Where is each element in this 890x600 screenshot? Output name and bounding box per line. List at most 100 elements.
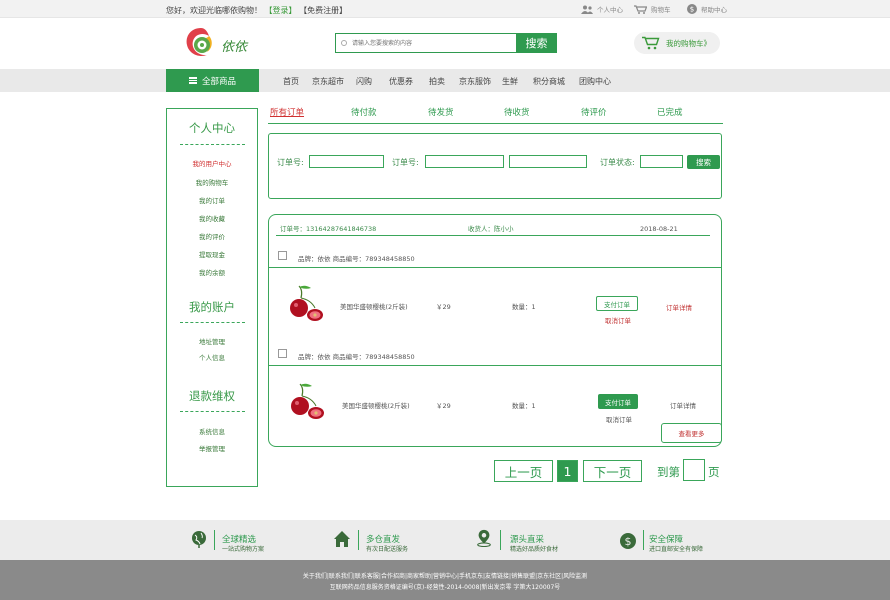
divider (180, 411, 245, 412)
tab-pending-payment[interactable]: 待付款 (351, 106, 377, 118)
feature-subtitle: 精选好品质好食材 (510, 546, 559, 553)
product-quantity: 数量：1 (512, 303, 536, 311)
product-price: ￥29 (436, 303, 451, 311)
filter-search-button[interactable]: 搜索 (687, 155, 720, 169)
divider (214, 530, 215, 550)
cart-icon (634, 4, 647, 14)
tab-pending-shipment[interactable]: 待发货 (428, 106, 454, 118)
globe-pin-icon (192, 531, 206, 548)
sidebar-title-refunds: 退款维权 (189, 389, 235, 403)
nav-bar (0, 69, 890, 92)
order-detail-link[interactable]: 订单详情 (666, 302, 692, 312)
pay-order-button[interactable]: 支付订单 (598, 394, 638, 409)
sidebar-item-withdraw[interactable]: 提取现金 (166, 249, 258, 259)
dollar-icon: $ (687, 4, 697, 14)
sidebar-item-system-info[interactable]: 系统信息 (166, 426, 258, 436)
cancel-order-link[interactable]: 取消订单 (606, 414, 632, 424)
pay-order-button[interactable]: 支付订单 (596, 296, 638, 311)
page-unit-label: 页 (708, 465, 720, 479)
sidebar-item-user-center[interactable]: 我的用户中心 (166, 158, 258, 168)
nav-item-group-buy[interactable]: 团购中心 (579, 76, 611, 87)
view-more-button[interactable]: 查看更多 (661, 423, 722, 443)
toplink-cart[interactable]: 购物车 (634, 3, 671, 15)
divider (269, 267, 721, 268)
nav-item-fresh[interactable]: 生鲜 (502, 76, 518, 87)
toplink-help[interactable]: $ 帮助中心 (687, 3, 727, 15)
toplink-label: 帮助中心 (701, 6, 727, 14)
divider (500, 530, 501, 550)
people-icon (581, 5, 593, 14)
location-pin-icon (477, 529, 491, 547)
sidebar-item-profile[interactable]: 个人信息 (166, 352, 258, 362)
nav-item-auction[interactable]: 拍卖 (429, 76, 445, 87)
search-input[interactable] (336, 34, 516, 52)
nav-item-apparel[interactable]: 京东服饰 (459, 76, 491, 87)
login-link[interactable]: 【登录】 (265, 6, 297, 15)
menu-icon (188, 77, 197, 84)
divider (276, 235, 710, 236)
register-link[interactable]: 【免费注册】 (299, 6, 347, 15)
next-page-button[interactable]: 下一页 (583, 460, 642, 482)
divider (358, 530, 359, 550)
tab-pending-receipt[interactable]: 待收货 (504, 106, 530, 118)
sidebar-title-personal-center: 个人中心 (189, 121, 235, 135)
sidebar-item-orders[interactable]: 我的订单 (166, 195, 258, 205)
tab-pending-review[interactable]: 待评价 (581, 106, 607, 118)
nav-item-flash-sale[interactable]: 闪购 (356, 76, 372, 87)
toplink-label: 个人中心 (597, 6, 623, 14)
feature-subtitle: 进口直邮安全有保障 (649, 546, 704, 553)
search-box[interactable] (335, 33, 517, 53)
toplink-user-center[interactable]: 个人中心 (581, 3, 623, 15)
goto-page-label: 到第 (657, 465, 680, 479)
tabs-underline (268, 123, 723, 124)
cart-icon (642, 36, 660, 50)
logo-icon[interactable] (183, 26, 219, 59)
search-button[interactable]: 搜索 (516, 33, 557, 53)
my-cart-button[interactable]: 我的购物车》 (634, 32, 720, 54)
nav-item-coupons[interactable]: 优惠券 (389, 76, 413, 87)
item-checkbox[interactable] (278, 251, 287, 260)
item-brand-line: 品牌：依依 商品编号：789348458850 (298, 255, 415, 263)
order-date: 2018-08-21 (640, 225, 678, 233)
order-card (268, 214, 722, 447)
dollar-icon: $ (620, 533, 636, 549)
divider (643, 530, 644, 550)
sidebar-item-address[interactable]: 地址管理 (166, 336, 258, 346)
order-detail-link[interactable]: 订单详情 (670, 400, 696, 410)
sidebar-title-my-account: 我的账户 (189, 300, 235, 314)
order-number-input-to[interactable] (509, 155, 587, 168)
order-receiver: 收货人：陈小小 (468, 225, 514, 233)
order-status-input[interactable] (640, 155, 683, 168)
footer-links[interactable]: 关于我们|联系我们|联系客服|合作招商|商家帮助|营销中心|手机京东|友情链接|… (0, 571, 890, 580)
nav-item-points-mall[interactable]: 积分商城 (533, 76, 565, 87)
welcome-text: 您好，欢迎光临哪依购物！ 【登录】 【免费注册】 (166, 5, 347, 16)
top-bar (0, 0, 890, 18)
current-page-button[interactable]: 1 (557, 460, 578, 482)
sidebar-item-reviews[interactable]: 我的评价 (166, 231, 258, 241)
product-price: ￥29 (436, 402, 451, 410)
order-number-input[interactable] (309, 155, 384, 168)
cherry-product-image[interactable] (286, 382, 326, 422)
sidebar-item-favorites[interactable]: 我的收藏 (166, 213, 258, 223)
features-band (0, 520, 890, 560)
logo-text: 依依 (221, 40, 248, 55)
my-cart-label: 我的购物车》 (666, 38, 711, 48)
goto-page-input[interactable] (683, 459, 705, 481)
prev-page-button[interactable]: 上一页 (494, 460, 553, 482)
sidebar-item-balance[interactable]: 我的余额 (166, 267, 258, 277)
nav-item-supermarket[interactable]: 京东超市 (312, 76, 344, 87)
sidebar-item-reports[interactable]: 举报管理 (166, 443, 258, 453)
sidebar-item-cart[interactable]: 我的购物车 (166, 177, 258, 187)
nav-item-home[interactable]: 首页 (283, 76, 299, 87)
product-name[interactable]: 美国华盛顿樱桃(2斤装) (342, 400, 410, 410)
all-categories-button[interactable]: 全部商品 (166, 69, 259, 92)
item-checkbox[interactable] (278, 349, 287, 358)
divider (269, 365, 721, 366)
cherry-product-image[interactable] (285, 284, 325, 324)
search-icon (341, 40, 347, 46)
tab-all-orders[interactable]: 所有订单 (270, 106, 304, 118)
tab-completed[interactable]: 已完成 (657, 106, 683, 118)
product-name[interactable]: 美国华盛顿樱桃(2斤装) (340, 301, 408, 311)
cancel-order-link[interactable]: 取消订单 (605, 315, 631, 325)
order-number-input-from[interactable] (425, 155, 504, 168)
